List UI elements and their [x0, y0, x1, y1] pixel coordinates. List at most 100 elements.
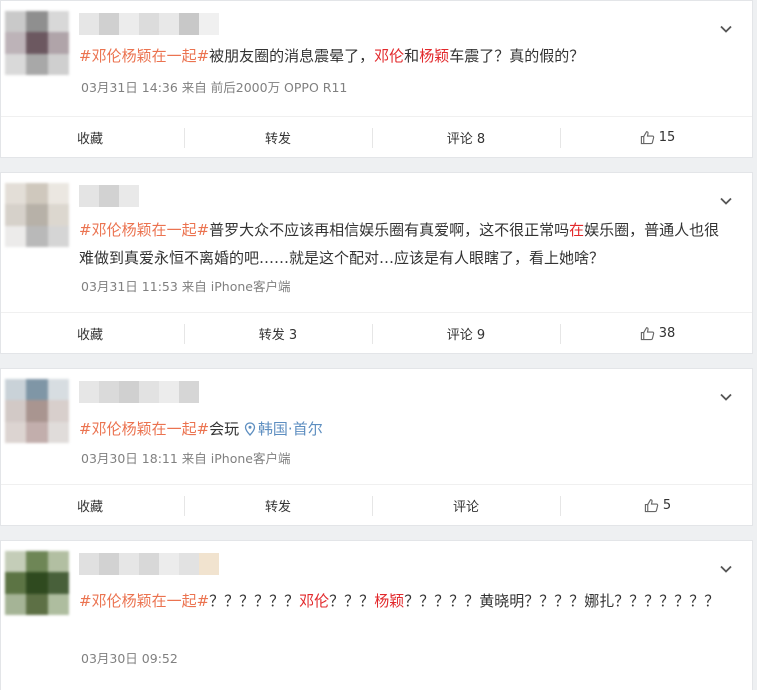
favorite-button[interactable]: 收藏	[77, 117, 103, 157]
avatar[interactable]	[5, 379, 69, 443]
chevron-down-icon[interactable]	[718, 389, 734, 405]
post-meta: 03月30日 09:52	[81, 651, 178, 666]
username-blurred[interactable]	[79, 381, 199, 403]
avatar-pixel	[5, 551, 27, 573]
avatar-pixel	[5, 572, 27, 594]
avatar-pixel	[47, 551, 69, 573]
comment-button[interactable]: 评论	[373, 485, 559, 525]
avatar-pixel	[26, 551, 48, 573]
username-pixel	[79, 381, 99, 403]
thumbs-up-icon	[640, 326, 654, 340]
username-pixel	[79, 553, 99, 575]
favorite-button[interactable]: 收藏	[77, 313, 103, 353]
avatar[interactable]	[5, 551, 69, 615]
avatar-pixel	[26, 572, 48, 594]
thumbs-up-icon	[644, 498, 659, 512]
avatar-pixel	[47, 53, 69, 75]
text-segment: 车震了？真的假的？	[449, 47, 585, 65]
avatar-pixel	[47, 32, 69, 54]
hashtag-link[interactable]: #邓伦杨颖在一起#	[79, 47, 209, 65]
highlighted-keyword: 杨颖	[374, 592, 405, 610]
avatar-pixel	[26, 11, 48, 33]
username-pixel	[119, 553, 139, 575]
username-pixel	[139, 553, 159, 575]
post-text: #邓伦杨颖在一起#？？？？？？邓伦？？？杨颖？？？？？黄晓明？？？？娜扎？？？？…	[79, 587, 722, 615]
username-pixel	[139, 13, 159, 35]
username-pixel	[79, 185, 99, 207]
username-blurred[interactable]	[79, 553, 219, 575]
highlighted-keyword: 邓伦	[299, 592, 330, 610]
username-pixel	[199, 553, 219, 575]
avatar-pixel	[47, 421, 69, 443]
username-pixel	[119, 381, 139, 403]
hashtag-link[interactable]: #邓伦杨颖在一起#	[79, 420, 209, 438]
avatar-pixel	[26, 593, 48, 615]
like-button[interactable]: 38	[561, 313, 754, 353]
username-pixel	[119, 13, 139, 35]
forward-button[interactable]: 转发 3	[185, 313, 371, 353]
avatar-pixel	[26, 32, 48, 54]
post-card: #邓伦杨颖在一起#普罗大众不应该再相信娱乐圈有真爱啊，这不很正常吗在娱乐圈，普通…	[0, 172, 753, 354]
text-segment: ？？？	[329, 592, 375, 610]
text-segment: ？？？？？？	[209, 592, 300, 610]
favorite-button[interactable]: 收藏	[77, 485, 103, 525]
post-text: #邓伦杨颖在一起#被朋友圈的消息震晕了，邓伦和杨颖车震了？真的假的？	[79, 42, 722, 70]
comment-button[interactable]: 评论 9	[373, 313, 559, 353]
avatar-pixel	[47, 183, 69, 205]
avatar-pixel	[5, 32, 27, 54]
hashtag-link[interactable]: #邓伦杨颖在一起#	[79, 221, 209, 239]
username-pixel	[199, 13, 219, 35]
thumbs-up-icon	[640, 130, 654, 144]
username-pixel	[99, 553, 119, 575]
post-text: #邓伦杨颖在一起#会玩 韩国·首尔	[79, 415, 722, 443]
avatar-pixel	[5, 53, 27, 75]
username-pixel	[99, 381, 119, 403]
avatar-pixel	[26, 225, 48, 247]
like-button[interactable]: 5	[561, 485, 754, 525]
avatar-pixel	[5, 379, 27, 401]
username-pixel	[159, 553, 179, 575]
text-segment: 会玩	[209, 420, 244, 438]
location-pin-icon	[244, 422, 256, 436]
avatar-pixel	[47, 593, 69, 615]
chevron-down-icon[interactable]	[718, 21, 734, 37]
username-blurred[interactable]	[79, 13, 219, 35]
avatar-pixel	[5, 400, 27, 422]
hashtag-link[interactable]: #邓伦杨颖在一起#	[79, 592, 209, 610]
avatar-pixel	[47, 225, 69, 247]
avatar[interactable]	[5, 11, 69, 75]
username-pixel	[119, 185, 139, 207]
post-card: #邓伦杨颖在一起#？？？？？？邓伦？？？杨颖？？？？？黄晓明？？？？娜扎？？？？…	[0, 540, 753, 690]
avatar-pixel	[26, 379, 48, 401]
username-pixel	[159, 13, 179, 35]
avatar[interactable]	[5, 183, 69, 247]
forward-button[interactable]: 转发	[185, 117, 371, 157]
username-pixel	[139, 381, 159, 403]
like-button[interactable]: 15	[561, 117, 754, 157]
username-pixel	[179, 553, 199, 575]
text-segment: 普罗大众不应该再相信娱乐圈有真爱啊，这不很正常吗	[209, 221, 570, 239]
username-pixel	[99, 185, 119, 207]
avatar-pixel	[26, 400, 48, 422]
forward-button[interactable]: 转发	[185, 485, 371, 525]
like-count: 5	[662, 497, 672, 513]
avatar-pixel	[26, 421, 48, 443]
action-bar: 收藏 转发 评论 5	[1, 484, 752, 525]
avatar-pixel	[47, 379, 69, 401]
username-blurred[interactable]	[79, 185, 139, 207]
post-meta: 03月31日 14:36 来自 前后2000万 OPPO R11	[81, 80, 348, 95]
avatar-pixel	[47, 400, 69, 422]
chevron-down-icon[interactable]	[718, 561, 734, 577]
comment-button[interactable]: 评论 8	[373, 117, 559, 157]
username-pixel	[159, 381, 179, 403]
text-segment: 和	[404, 47, 420, 65]
chevron-down-icon[interactable]	[718, 193, 734, 209]
avatar-pixel	[5, 225, 27, 247]
like-count: 38	[658, 325, 676, 341]
username-pixel	[79, 13, 99, 35]
location-link[interactable]: 韩国·首尔	[258, 420, 323, 438]
action-bar: 收藏 转发 3 评论 9 38	[1, 312, 752, 353]
like-count: 15	[658, 129, 676, 145]
avatar-pixel	[5, 593, 27, 615]
post-meta: 03月30日 18:11 来自 iPhone客户端	[81, 451, 291, 466]
